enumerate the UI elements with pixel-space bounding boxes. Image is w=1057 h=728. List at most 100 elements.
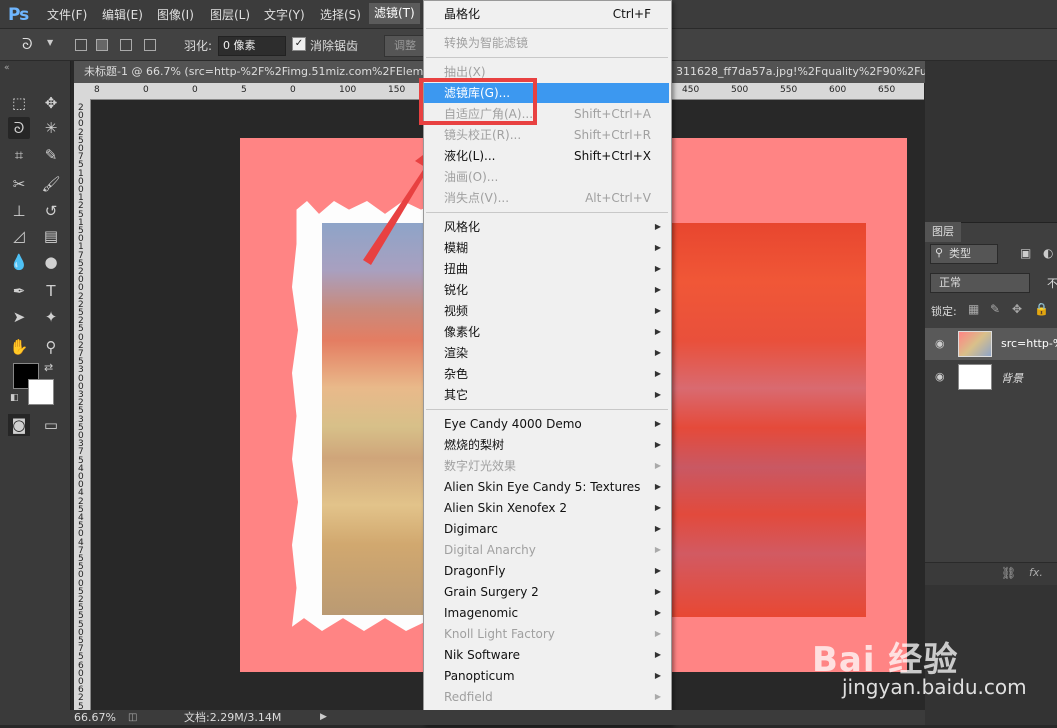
blend-mode-select[interactable]: 正常 [930,273,1030,293]
text-tool-icon[interactable]: T [40,280,62,302]
filter-menu-item[interactable]: 扭曲 ▶ [424,259,669,279]
filter-menu-item[interactable]: Imagenomic ▶ [424,603,669,623]
lock-all-icon[interactable]: 🔒 [1034,302,1049,316]
antialias-checkbox[interactable]: ✓ [292,37,306,51]
refine-edge-button[interactable]: 调整 [384,35,426,57]
submenu-arrow-icon: ▶ [654,524,661,533]
filter-menu-item-label: Panopticum [444,669,515,683]
filter-menu-item[interactable]: Alien Skin Eye Candy 5: Textures ▶ [424,477,669,497]
filter-menu-item[interactable]: 杂色 ▶ [424,364,669,384]
magic-wand-icon[interactable]: ✳ [40,117,62,139]
filter-menu-item[interactable]: Panopticum ▶ [424,666,669,686]
pen-tool-icon[interactable]: ✒ [8,280,30,302]
lasso-icon[interactable]: ᘐ [22,35,33,53]
new-selection-icon[interactable] [75,39,87,51]
gradient-tool-icon[interactable]: ▤ [40,225,62,247]
filter-menu-item[interactable]: Nik Software ▶ [424,645,669,665]
shape-tool-icon[interactable]: ✦ [40,306,62,328]
zoom-level[interactable]: 66.67% [74,710,116,725]
menu-image[interactable]: 图像(I) [157,6,194,23]
menu-type[interactable]: 文字(Y) [264,6,305,23]
submenu-arrow-icon: ▶ [654,503,661,512]
filter-menu-item[interactable]: Grain Surgery 2 ▶ [424,582,669,602]
blur-tool-icon[interactable]: 💧 [8,251,30,273]
filter-menu-item[interactable]: DragonFly ▶ [424,561,669,581]
swap-colors-icon[interactable]: ⇄ [44,361,53,374]
dodge-tool-icon[interactable]: ● [40,251,62,273]
collapse-icon[interactable]: « [4,63,10,73]
default-colors-icon[interactable]: ◧ [10,393,19,403]
menu-select[interactable]: 选择(S) [320,6,361,23]
image-filter-icon[interactable]: ▣ [1020,246,1031,260]
history-brush-icon[interactable]: ↺ [40,200,62,222]
ruler-tick-label: 5 [241,85,247,95]
layer-row-smart[interactable]: ◉ src=http-% [925,328,1057,360]
submenu-arrow-icon: ▶ [654,285,661,294]
visibility-eye-icon[interactable]: ◉ [935,370,945,383]
submenu-arrow-icon: ▶ [654,419,661,428]
path-select-icon[interactable]: ➤ [8,306,30,328]
move-tool-icon[interactable]: ✥ [40,92,62,114]
adjustment-filter-icon[interactable]: ◐ [1043,246,1053,260]
lock-transparent-icon[interactable]: ▦ [968,302,979,316]
crop-tool-icon[interactable]: ⌗ [8,144,30,166]
screen-mode-icon[interactable]: ▭ [40,414,62,436]
filter-menu-item[interactable]: 液化(L)... Shift+Ctrl+X [424,146,669,166]
lasso-tool-icon[interactable]: ᘐ [8,117,30,139]
marquee-tool-icon[interactable]: ⬚ [8,92,30,114]
callout-highlight-box [419,78,537,125]
chevron-down-icon[interactable]: ▼ [47,38,53,47]
filter-menu-item-label: Alien Skin Xenofex 2 [444,501,567,515]
filter-menu-item[interactable]: 渲染 ▶ [424,343,669,363]
filter-menu-item[interactable]: 风格化 ▶ [424,217,669,237]
filter-menu-item-label: DragonFly [444,564,506,578]
filter-menu-item[interactable]: Digimarc ▶ [424,519,669,539]
filter-menu-item[interactable]: Eye Candy 4000 Demo ▶ [424,414,669,434]
eraser-tool-icon[interactable]: ◿ [8,225,30,247]
quick-mask-icon[interactable]: ◙ [8,414,30,436]
filter-menu-item-label: Nik Software [444,648,520,662]
hand-tool-icon[interactable]: ✋ [8,336,30,358]
filter-menu-item[interactable]: 像素化 ▶ [424,322,669,342]
background-color-swatch[interactable] [28,379,54,405]
feather-input[interactable]: 0 像素 [218,36,286,56]
tab-layers[interactable]: 图层 [925,222,961,242]
filter-menu-item[interactable]: 燃烧的梨树 ▶ [424,435,669,455]
menu-filter[interactable]: 滤镜(T) [369,3,420,24]
menu-layer[interactable]: 图层(L) [210,6,250,23]
eyedropper-icon[interactable]: ✎ [40,144,62,166]
layer-row-background[interactable]: ◉ 背景 [925,361,1057,393]
filter-menu-item[interactable]: 模糊 ▶ [424,238,669,258]
filter-menu-item: Knoll Light Factory ▶ [424,624,669,644]
brush-tool-icon[interactable]: 🖌 [40,173,62,195]
status-menu-arrow-icon[interactable]: ▶ [320,710,327,725]
submenu-arrow-icon: ▶ [654,692,661,701]
filter-menu-item[interactable]: 其它 ▶ [424,385,669,405]
zoom-tool-icon[interactable]: ⚲ [40,336,62,358]
submenu-arrow-icon: ▶ [654,587,661,596]
subtract-selection-icon[interactable] [120,39,132,51]
ruler-tick-label: 500 [731,85,749,95]
filter-menu-item-shortcut: Shift+Ctrl+R [573,128,651,142]
lock-position-icon[interactable]: ✥ [1012,302,1022,316]
filter-menu-item[interactable]: 视频 ▶ [424,301,669,321]
status-options-icon[interactable]: ◫ [128,710,137,725]
filter-menu-item[interactable]: 晶格化 Ctrl+F [424,4,669,24]
ruler-tick-label: 100 [339,85,357,95]
filter-menu-item-label: Imagenomic [444,606,519,620]
stamp-tool-icon[interactable]: ⊥ [8,200,30,222]
filter-menu-item[interactable]: Alien Skin Xenofex 2 ▶ [424,498,669,518]
link-icon[interactable]: ⛓ [1001,566,1016,580]
visibility-eye-icon[interactable]: ◉ [935,337,945,350]
intersect-selection-icon[interactable] [144,39,156,51]
healing-brush-icon[interactable]: ✂ [8,173,30,195]
menu-edit[interactable]: 编辑(E) [102,6,143,23]
lock-pixels-icon[interactable]: ✎ [990,302,1000,316]
layers-footer: ⛓ fx. [925,562,1057,585]
layer-filter-value: 类型 [949,247,971,260]
fx-icon[interactable]: fx. [1029,566,1043,579]
add-to-selection-icon[interactable] [96,39,108,51]
menu-file[interactable]: 文件(F) [47,6,87,23]
ruler-tick-label: 0 [143,85,149,95]
filter-menu-item[interactable]: 锐化 ▶ [424,280,669,300]
